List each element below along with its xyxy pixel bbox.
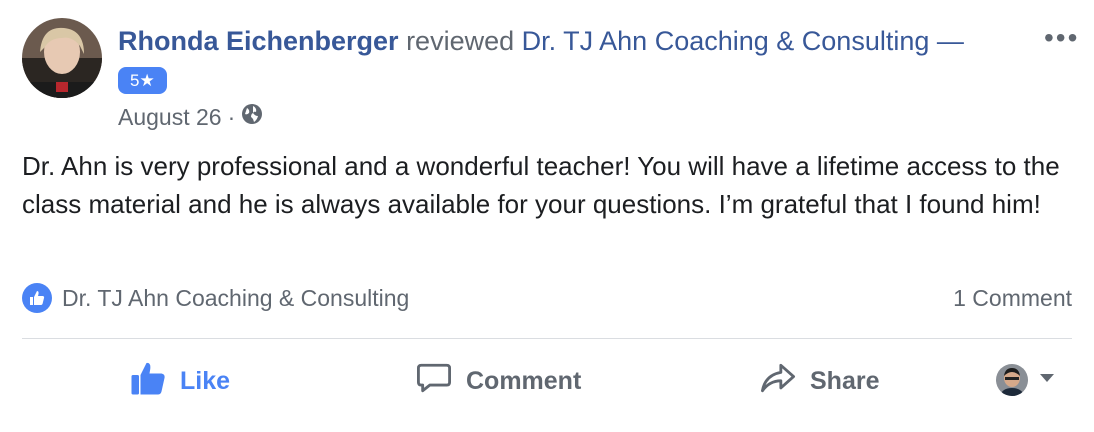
like-thumb-icon <box>130 360 166 403</box>
comment-button[interactable]: Comment <box>416 356 581 406</box>
review-header: Rhonda Eichenberger reviewed Dr. TJ Ahn … <box>118 24 964 58</box>
thumbs-up-icon <box>22 283 52 313</box>
share-arrow-icon <box>760 361 796 402</box>
liked-by-label[interactable]: Dr. TJ Ahn Coaching & Consulting <box>62 285 409 312</box>
like-button[interactable]: Like <box>130 356 230 406</box>
chevron-down-icon <box>1038 371 1056 389</box>
author-avatar[interactable] <box>22 18 102 98</box>
rating-badge: 5★ <box>118 67 167 94</box>
action-bar: Like Comment Share <box>22 356 1072 406</box>
account-avatar <box>996 364 1028 396</box>
more-options-button[interactable]: ••• <box>1044 24 1079 52</box>
account-selector[interactable] <box>996 364 1056 396</box>
comment-count-link[interactable]: 1 Comment <box>953 285 1072 312</box>
comment-label: Comment <box>466 366 582 395</box>
comment-bubble-icon <box>416 361 452 402</box>
share-label: Share <box>810 366 880 395</box>
reviewed-verb: reviewed <box>406 26 515 56</box>
page-name-link[interactable]: Dr. TJ Ahn Coaching & Consulting — <box>522 26 964 56</box>
globe-icon <box>241 103 263 131</box>
divider <box>22 338 1072 339</box>
like-label: Like <box>180 366 231 395</box>
meta-separator: · <box>227 103 236 130</box>
post-date[interactable]: August 26 <box>118 104 222 131</box>
author-name-link[interactable]: Rhonda Eichenberger <box>118 26 399 56</box>
share-button[interactable]: Share <box>760 356 879 406</box>
reaction-summary: Dr. TJ Ahn Coaching & Consulting 1 Comme… <box>22 283 1072 313</box>
review-text: Dr. Ahn is very professional and a wonde… <box>22 151 1060 219</box>
post-meta: August 26 · <box>118 103 263 131</box>
